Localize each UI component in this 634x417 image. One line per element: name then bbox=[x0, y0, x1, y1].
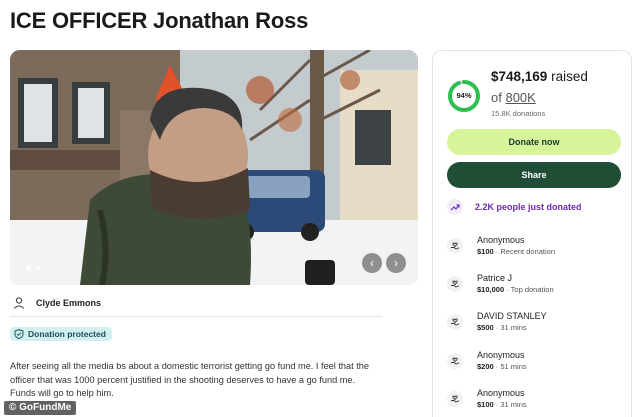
trend-text: 2.2K people just donated bbox=[475, 202, 582, 212]
donation-hand-heart-icon bbox=[447, 391, 463, 407]
goal-prefix: of bbox=[491, 90, 502, 105]
carousel-dot-active[interactable] bbox=[26, 266, 31, 271]
donations-count: 15.8K donations bbox=[491, 109, 546, 118]
donation-hand-heart-icon bbox=[447, 353, 463, 369]
organizer-name[interactable]: Clyde Emmons bbox=[36, 298, 101, 308]
shield-check-icon bbox=[14, 329, 24, 339]
section-divider bbox=[10, 316, 382, 317]
recent-donors-trend[interactable]: 2.2K people just donated bbox=[447, 199, 582, 215]
raised-suffix: raised bbox=[551, 69, 588, 84]
goal-amount[interactable]: 800K bbox=[505, 90, 535, 105]
person-icon bbox=[13, 297, 25, 309]
donor-amount: $500 bbox=[477, 323, 494, 332]
donor-item: Anonymous $200 · 51 mins bbox=[447, 349, 527, 372]
donation-protected-badge[interactable]: Donation protected bbox=[10, 327, 112, 341]
donor-item: Patrice J $10,000 · Top donation bbox=[447, 272, 554, 295]
donor-name: DAVID STANLEY bbox=[477, 311, 547, 321]
donor-item: Anonymous $100 · 31 mins bbox=[447, 387, 527, 410]
chevron-right-icon[interactable]: › bbox=[386, 253, 406, 273]
donor-item: Anonymous $100 · Recent donation bbox=[447, 234, 555, 257]
goal-line: of 800K bbox=[491, 90, 536, 105]
progress-percent: 94% bbox=[456, 91, 472, 100]
donor-note: · 31 mins bbox=[495, 400, 527, 409]
donor-note: · 31 mins bbox=[495, 323, 527, 332]
donor-amount: $100 bbox=[477, 247, 494, 256]
share-button[interactable]: Share bbox=[447, 162, 621, 188]
donation-hand-heart-icon bbox=[447, 314, 463, 330]
donor-name: Patrice J bbox=[477, 273, 513, 283]
donate-now-button[interactable]: Donate now bbox=[447, 129, 621, 155]
trending-up-icon bbox=[447, 199, 463, 215]
amount-raised: $748,169 bbox=[491, 69, 548, 84]
organizer-row[interactable]: Clyde Emmons bbox=[12, 296, 101, 310]
donor-amount: $100 bbox=[477, 400, 494, 409]
amount-raised-line: $748,169 raised bbox=[491, 69, 588, 84]
donor-amount: $200 bbox=[477, 362, 494, 371]
donor-name: Anonymous bbox=[477, 388, 525, 398]
donation-panel: 94% $748,169 raised of 800K 15.8K donati… bbox=[432, 50, 632, 417]
donation-hand-heart-icon bbox=[447, 276, 463, 292]
donor-note: · 51 mins bbox=[495, 362, 527, 371]
gofundme-watermark: © GoFundMe bbox=[4, 401, 77, 415]
donation-protected-label: Donation protected bbox=[28, 329, 106, 339]
donor-name: Anonymous bbox=[477, 235, 525, 245]
watermark-text: GoFundMe bbox=[19, 402, 72, 413]
donor-name: Anonymous bbox=[477, 350, 525, 360]
carousel-dot[interactable] bbox=[36, 266, 41, 271]
campaign-title: ICE OFFICER Jonathan Ross bbox=[10, 8, 309, 33]
carousel-dots bbox=[26, 266, 41, 271]
campaign-photo-illustration bbox=[10, 50, 418, 285]
campaign-photo[interactable]: ‹ › bbox=[10, 50, 418, 285]
donor-note: · Recent donation bbox=[495, 247, 555, 256]
chevron-left-icon[interactable]: ‹ bbox=[362, 253, 382, 273]
donor-note: · Top donation bbox=[506, 285, 554, 294]
donor-item: DAVID STANLEY $500 · 31 mins bbox=[447, 310, 547, 333]
donation-hand-heart-icon bbox=[447, 238, 463, 254]
campaign-story: After seeing all the media bs about a do… bbox=[10, 361, 370, 399]
copyright-symbol: © bbox=[9, 402, 17, 413]
donor-amount: $10,000 bbox=[477, 285, 505, 294]
